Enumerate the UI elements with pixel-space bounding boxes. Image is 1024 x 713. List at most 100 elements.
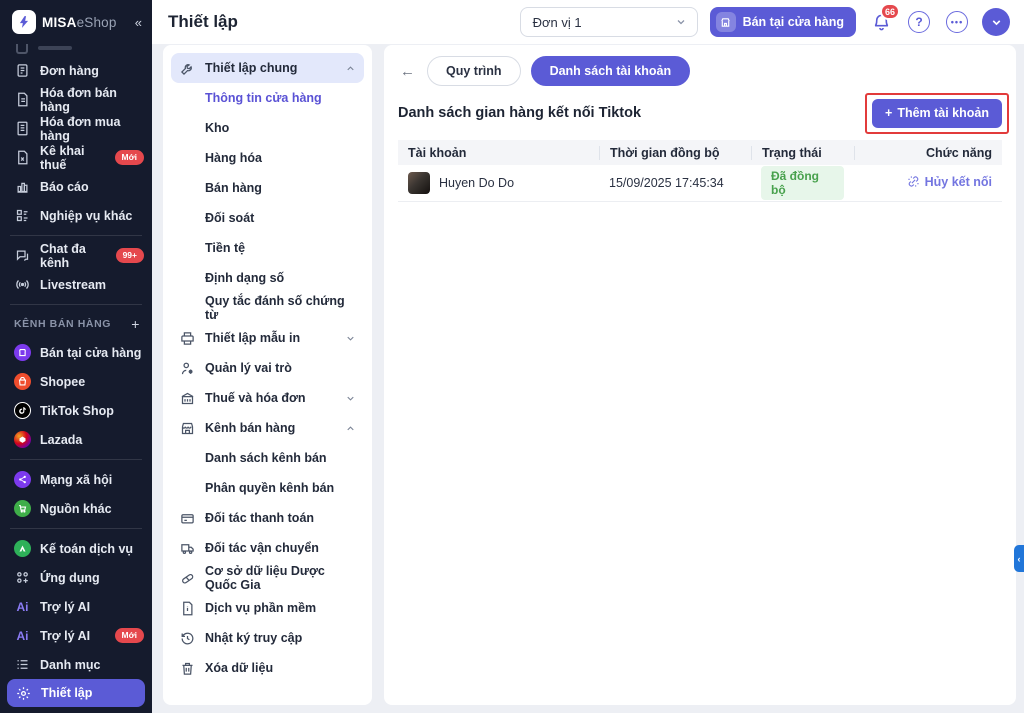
settings-item-channel-permissions[interactable]: Phân quyền kênh bán — [171, 473, 364, 503]
ai-icon: Ai — [16, 599, 29, 614]
chevron-up-icon — [345, 63, 356, 74]
user-gear-icon — [179, 360, 196, 377]
sidebar-item-sell-at-store[interactable]: Bán tại cửa hàng — [0, 338, 152, 367]
status-badge: Đã đồng bộ — [761, 166, 844, 200]
settings-item-number-format[interactable]: Định dạng số — [171, 263, 364, 293]
settings-item-access-log[interactable]: Nhật ký truy cập — [171, 623, 364, 653]
settings-item-payment-partners[interactable]: Đối tác thanh toán — [171, 503, 364, 533]
tab-account-list[interactable]: Danh sách tài khoản — [530, 56, 691, 86]
sidebar-item-social-networks[interactable]: Mạng xã hội — [0, 465, 152, 494]
sidebar-item-other-sources[interactable]: Nguồn khác — [0, 494, 152, 523]
settings-item-label: Cơ sở dữ liệu Dược Quốc Gia — [205, 564, 325, 592]
settings-item-warehouse[interactable]: Kho — [171, 113, 364, 143]
settings-item-label: Phân quyền kênh bán — [205, 481, 335, 495]
sales-channels-section: KÊNH BÁN HÀNG + — [0, 310, 152, 338]
bar-chart-icon — [14, 178, 31, 195]
sidebar-item-settings[interactable]: Thiết lập — [7, 679, 145, 707]
sell-at-store-button[interactable]: Bán tại cửa hàng — [709, 7, 856, 37]
disconnect-link[interactable]: Hủy kết nối — [907, 175, 992, 189]
help-button[interactable]: ? — [906, 9, 932, 35]
notifications-button[interactable]: 66 — [868, 3, 900, 35]
sidebar-item-reports[interactable]: Báo cáo — [0, 172, 152, 201]
settings-item-delete-data[interactable]: Xóa dữ liệu — [171, 653, 364, 683]
sidebar-item-livestream[interactable]: Livestream — [0, 270, 152, 299]
settings-item-reconciliation[interactable]: Đối soát — [171, 203, 364, 233]
sidebar-item-shopee[interactable]: Shopee — [0, 367, 152, 396]
sidebar-item-tiktok-shop[interactable]: TikTok Shop — [0, 396, 152, 425]
sidebar-item-omnichannel-chat[interactable]: Chat đa kênh 99+ — [0, 241, 152, 270]
add-account-button[interactable]: + Thêm tài khoản — [872, 98, 1002, 128]
sidebar-item-label: Thiết lập — [41, 686, 93, 700]
chevron-left-icon: ‹ — [1017, 553, 1021, 564]
sidebar-item-categories[interactable]: Danh mục — [0, 650, 152, 679]
lazada-icon — [14, 431, 31, 448]
sidebar-item-lazada[interactable]: Lazada — [0, 425, 152, 454]
notification-count-badge: 66 — [879, 3, 900, 20]
settings-item-sales-channels[interactable]: Kênh bán hàng — [171, 413, 364, 443]
plus-icon: + — [885, 106, 893, 120]
edge-panel-toggle[interactable]: ‹ — [1014, 545, 1024, 572]
settings-item-role-management[interactable]: Quản lý vai trò — [171, 353, 364, 383]
settings-item-national-drug-database[interactable]: Cơ sở dữ liệu Dược Quốc Gia — [171, 563, 364, 593]
chevron-down-icon — [992, 19, 1000, 25]
other-source-icon — [14, 500, 31, 517]
sidebar-item-sales-invoice[interactable]: Hóa đơn bán hàng — [0, 85, 152, 114]
sidebar-divider — [10, 235, 142, 236]
settings-item-goods[interactable]: Hàng hóa — [171, 143, 364, 173]
sidebar-item-purchase-invoice[interactable]: Hóa đơn mua hàng — [0, 114, 152, 143]
broadcast-icon — [14, 276, 31, 293]
settings-item-document-numbering[interactable]: Quy tắc đánh số chứng từ — [171, 293, 364, 323]
accounting-service-icon — [14, 540, 31, 557]
sidebar-item-orders[interactable]: Đơn hàng — [0, 56, 152, 85]
capsule-icon — [179, 570, 196, 587]
misa-logo-icon — [12, 10, 36, 34]
settings-item-label: Thiết lập mẫu in — [205, 331, 301, 345]
chevron-down-icon — [677, 20, 685, 25]
sidebar-item-accounting-service[interactable]: Kế toán dịch vụ — [0, 534, 152, 563]
sidebar-item-other-operations[interactable]: Nghiệp vụ khác — [0, 201, 152, 230]
apps-icon — [14, 569, 31, 586]
account-menu-button[interactable] — [982, 8, 1010, 36]
sidebar-item-label: Lazada — [40, 432, 83, 447]
unit-select[interactable]: Đơn vị 1 — [519, 7, 698, 37]
unlink-icon — [907, 176, 919, 187]
shopee-icon — [14, 373, 31, 390]
settings-item-label: Kênh bán hàng — [205, 421, 296, 435]
settings-item-sales[interactable]: Bán hàng — [171, 173, 364, 203]
settings-item-currency[interactable]: Tiền tệ — [171, 233, 364, 263]
annotation-highlight: + Thêm tài khoản — [865, 92, 1009, 134]
settings-item-print-templates[interactable]: Thiết lập mẫu in — [171, 323, 364, 353]
social-network-icon — [14, 471, 31, 488]
sidebar-item-label: Hóa đơn mua hàng — [40, 114, 121, 143]
unit-select-value: Đơn vị 1 — [532, 14, 582, 30]
sidebar-item-ai-assistant-new[interactable]: Ai Trợ lý AI Mới — [0, 621, 152, 650]
sidebar-item-label: Trợ lý AI — [40, 628, 91, 643]
back-arrow-icon[interactable]: ← — [398, 63, 417, 80]
settings-item-shipping-partners[interactable]: Đối tác vận chuyển — [171, 533, 364, 563]
sidebar-item-applications[interactable]: Ứng dụng — [0, 563, 152, 592]
tab-process[interactable]: Quy trình — [427, 56, 521, 86]
settings-item-label: Định dạng số — [205, 271, 285, 285]
sidebar-collapse-icon[interactable]: « — [135, 15, 142, 30]
sidebar-item-tax-declaration[interactable]: Kê khai thuế Mới — [0, 143, 152, 172]
tab-label: Quy trình — [446, 64, 502, 78]
settings-item-general[interactable]: Thiết lập chung — [171, 53, 364, 83]
store-channel-icon — [14, 344, 31, 361]
chevron-down-icon — [345, 393, 356, 404]
sidebar-item-label: Hóa đơn bán hàng — [40, 85, 117, 114]
settings-item-label: Dịch vụ phần mềm — [205, 601, 317, 615]
add-channel-icon[interactable]: + — [131, 316, 140, 332]
settings-item-channel-list[interactable]: Danh sách kênh bán — [171, 443, 364, 473]
more-options-button[interactable]: ••• — [944, 9, 970, 35]
sidebar-item-ai-assistant[interactable]: Ai Trợ lý AI — [0, 592, 152, 621]
sidebar-divider — [10, 528, 142, 529]
col-sync-time: Thời gian đồng bộ — [599, 145, 751, 160]
trash-icon — [179, 660, 196, 677]
col-account: Tài khoản — [408, 145, 467, 160]
settings-item-software-services[interactable]: Dịch vụ phần mềm — [171, 593, 364, 623]
settings-item-tax-invoice[interactable]: Thuế và hóa đơn — [171, 383, 364, 413]
settings-item-label: Quy tắc đánh số chứng từ — [205, 294, 345, 322]
printer-icon — [179, 330, 196, 347]
settings-item-store-info[interactable]: Thông tin cửa hàng — [171, 83, 364, 113]
new-badge: Mới — [114, 628, 144, 643]
